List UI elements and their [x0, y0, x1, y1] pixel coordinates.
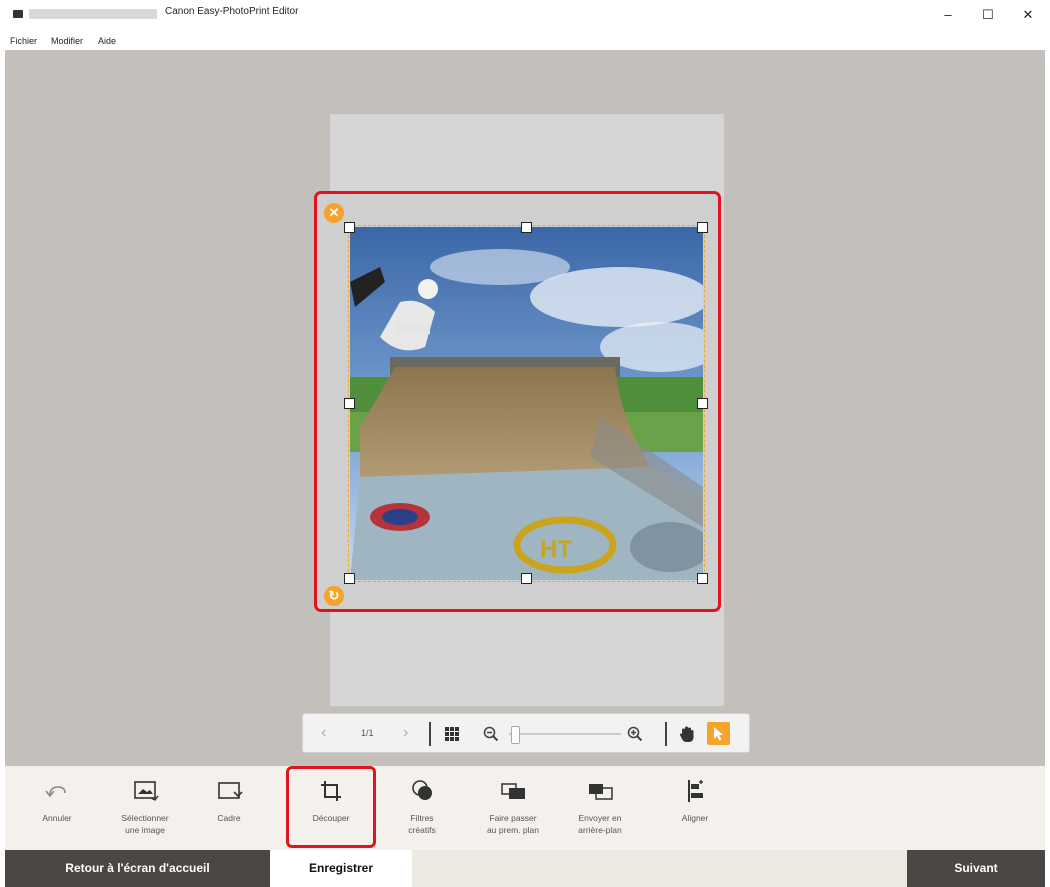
zoom-slider-track[interactable]	[509, 726, 621, 744]
separator	[429, 722, 431, 746]
next-button[interactable]: Suivant	[907, 850, 1045, 887]
creative-filters-label: Filtres créatifs	[408, 813, 436, 835]
resize-handle-right[interactable]	[697, 398, 708, 409]
resize-handle-bottom-right[interactable]	[697, 573, 708, 584]
frame-icon	[218, 782, 243, 799]
menu-help[interactable]: Aide	[98, 36, 116, 46]
resize-handle-bottom[interactable]	[521, 573, 532, 584]
back-to-home-button[interactable]: Retour à l'écran d'accueil	[5, 850, 270, 887]
menu-file[interactable]: Fichier	[10, 36, 37, 46]
zoom-slider-thumb[interactable]	[511, 726, 521, 744]
save-button[interactable]: Enregistrer	[270, 850, 412, 887]
separator	[665, 722, 667, 746]
photo-frame-outline	[348, 225, 705, 582]
delete-icon[interactable]: ✕	[324, 203, 344, 223]
page-indicator: 1/1	[361, 728, 374, 738]
pointer-icon	[714, 727, 723, 741]
send-to-back-label: Envoyer en arrière-plan	[578, 813, 622, 835]
undo-label: Annuler	[42, 813, 72, 823]
pointer-tool-button[interactable]	[707, 722, 730, 745]
undo-icon	[45, 786, 66, 798]
align-icon	[688, 780, 703, 802]
resize-handle-top-right[interactable]	[697, 222, 708, 233]
send-to-back-icon	[589, 784, 613, 800]
edit-toolbar: Annuler Sélectionner une image Cadre Déc…	[5, 766, 1045, 850]
redacted-title-area	[29, 9, 157, 19]
resize-handle-top[interactable]	[521, 222, 532, 233]
grid-view-icon[interactable]	[445, 727, 459, 741]
bottom-action-bar: Retour à l'écran d'accueil Enregistrer S…	[5, 850, 1045, 887]
crop-button-highlight	[286, 766, 376, 848]
close-button[interactable]: ✕	[1008, 4, 1048, 26]
menu-bar: Fichier Modifier Aide	[0, 34, 1050, 50]
bring-to-front-icon	[501, 783, 525, 799]
prev-page-button[interactable]: ‹	[321, 724, 326, 742]
minimize-button[interactable]: –	[928, 4, 968, 26]
creative-filters-icon	[412, 780, 432, 800]
select-image-icon	[134, 781, 159, 801]
resize-handle-bottom-left[interactable]	[344, 573, 355, 584]
resize-handle-left[interactable]	[344, 398, 355, 409]
align-label: Aligner	[681, 813, 709, 823]
bring-to-front-label: Faire passer au prem. plan	[487, 813, 539, 835]
zoom-out-icon[interactable]	[483, 726, 499, 742]
select-image-label: Sélectionner une image	[121, 813, 169, 835]
zoom-in-icon[interactable]	[627, 726, 643, 742]
rotate-icon[interactable]: ↻	[324, 586, 344, 606]
next-page-button[interactable]: ›	[403, 724, 408, 742]
hand-tool-icon[interactable]	[679, 725, 695, 743]
title-bar: Canon Easy-PhotoPrint Editor – ☐ ✕	[0, 0, 1050, 34]
frame-label: Cadre	[217, 813, 241, 823]
resize-handle-top-left[interactable]	[344, 222, 355, 233]
window-title: Canon Easy-PhotoPrint Editor	[165, 6, 299, 17]
page-navigation-bar: ‹ 1/1 ›	[302, 713, 750, 753]
app-icon	[13, 10, 23, 18]
maximize-button[interactable]: ☐	[968, 4, 1008, 26]
menu-edit[interactable]: Modifier	[51, 36, 83, 46]
